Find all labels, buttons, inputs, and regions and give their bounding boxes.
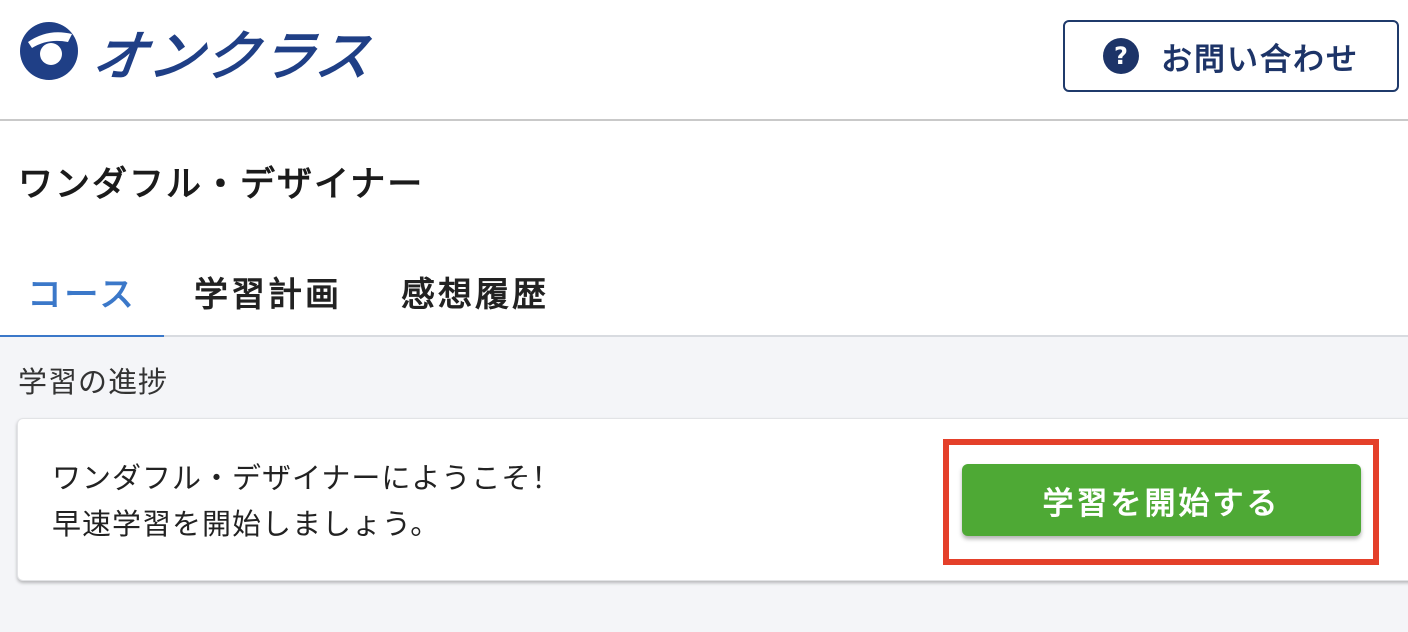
tab-study-plan[interactable]: 学習計画 — [188, 245, 348, 337]
welcome-message: ワンダフル・デザイナーにようこそ！ 早速学習を開始しましょう。 — [52, 455, 561, 547]
contact-button-label: お問い合わせ — [1161, 41, 1359, 78]
question-circle-icon: ? — [1103, 38, 1139, 74]
course-title: ワンダフル・デザイナー — [18, 165, 425, 205]
logo-text: オンクラス — [88, 24, 377, 88]
welcome-message-line1: ワンダフル・デザイナーにようこそ！ — [52, 461, 562, 495]
tab-feedback-history[interactable]: 感想履歴 — [395, 245, 555, 337]
tab-course[interactable]: コース — [0, 245, 164, 339]
onclass-logo-icon — [20, 22, 78, 80]
contact-button[interactable]: ? お問い合わせ — [1063, 20, 1399, 92]
welcome-message-line2: 早速学習を開始しましょう。 — [52, 507, 441, 541]
header: オンクラス ? お問い合わせ — [0, 0, 1408, 121]
start-learning-button[interactable]: 学習を開始する — [962, 464, 1361, 536]
logo[interactable]: オンクラス — [18, 20, 377, 88]
section-label: 学習の進捗 — [18, 365, 169, 399]
tab-bar: コース 学習計画 感想履歴 — [0, 245, 1408, 339]
